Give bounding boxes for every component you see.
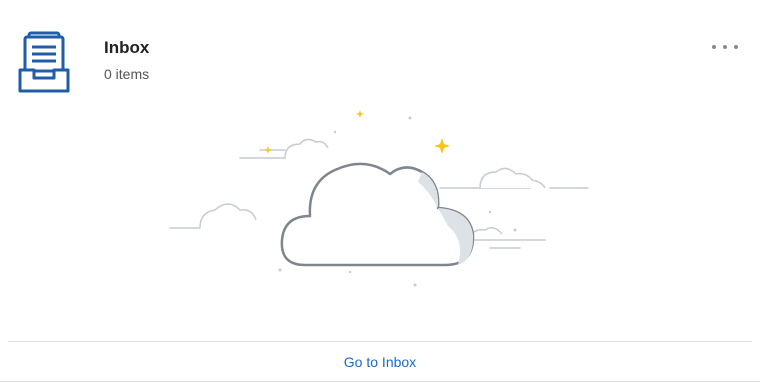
cloud-empty-state-icon: [169, 110, 589, 287]
more-horizontal-icon: [712, 45, 716, 49]
inbox-tray-icon: [18, 31, 70, 93]
item-count: 0 items: [104, 66, 150, 82]
card-title: Inbox: [104, 38, 150, 57]
card-footer: Go to Inbox: [8, 341, 752, 382]
more-dot: [734, 45, 738, 49]
more-dot: [723, 45, 727, 49]
go-to-inbox-link[interactable]: Go to Inbox: [344, 354, 416, 370]
inbox-card: Inbox 0 items Go to Inbox: [0, 0, 760, 382]
more-options-button[interactable]: [708, 36, 742, 58]
